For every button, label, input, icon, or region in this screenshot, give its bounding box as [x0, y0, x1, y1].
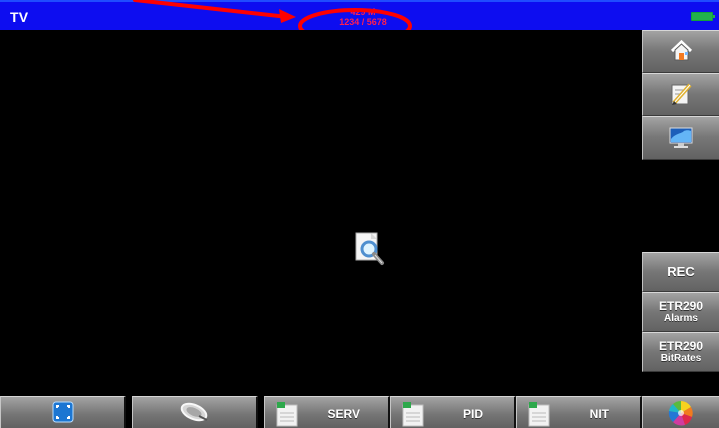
document-icon: [276, 402, 298, 427]
app-title: TV: [10, 9, 29, 25]
right-control-panel: REC ETR290 Alarms ETR290 BitRates: [642, 30, 719, 396]
pid-label: PID: [462, 407, 483, 421]
rec-label: REC: [667, 264, 695, 279]
status-line-primary: 429 M: [350, 7, 376, 17]
fullscreen-button[interactable]: [0, 396, 126, 428]
etr290-bitrates-button[interactable]: ETR290 BitRates: [642, 332, 719, 372]
satellite-dish-icon: [180, 402, 207, 422]
serv-label: SERV: [327, 407, 360, 421]
rec-button[interactable]: REC: [642, 252, 719, 292]
etr290-alarms-label: ETR290: [658, 299, 704, 313]
edit-button[interactable]: [642, 73, 719, 116]
magnifier-document-icon: [355, 232, 384, 265]
bitrates-label: BitRates: [660, 353, 702, 364]
etr290-bitrates-label: ETR290: [658, 339, 704, 353]
home-icon: [670, 39, 692, 61]
serv-button[interactable]: SERV: [264, 396, 390, 428]
nit-button[interactable]: NIT: [516, 396, 642, 428]
satellite-button[interactable]: [132, 396, 258, 428]
top-status-bar: TV 429 M 1234 / 5678: [0, 0, 719, 30]
pid-button[interactable]: PID: [390, 396, 516, 428]
status-line-secondary: 1234 / 5678: [339, 17, 387, 27]
alarms-label: Alarms: [664, 313, 698, 324]
edit-icon: [671, 83, 692, 105]
document-icon: [528, 402, 550, 427]
etr290-alarms-button[interactable]: ETR290 Alarms: [642, 292, 719, 332]
tv-screen: TV 429 M 1234 / 5678 REC ETR290 Alarms E…: [0, 0, 719, 428]
bottom-toolbar: SERV PID NIT: [0, 396, 642, 428]
home-button[interactable]: [642, 30, 719, 73]
monitor-button[interactable]: [642, 116, 719, 160]
monitor-icon: [669, 127, 693, 148]
color-wheel-icon: [668, 400, 693, 426]
battery-icon: [691, 12, 715, 21]
fullscreen-icon: [52, 401, 73, 423]
document-icon: [402, 402, 424, 427]
nit-label: NIT: [589, 407, 609, 421]
video-display-area: [0, 30, 642, 396]
color-settings-button[interactable]: [642, 396, 719, 428]
